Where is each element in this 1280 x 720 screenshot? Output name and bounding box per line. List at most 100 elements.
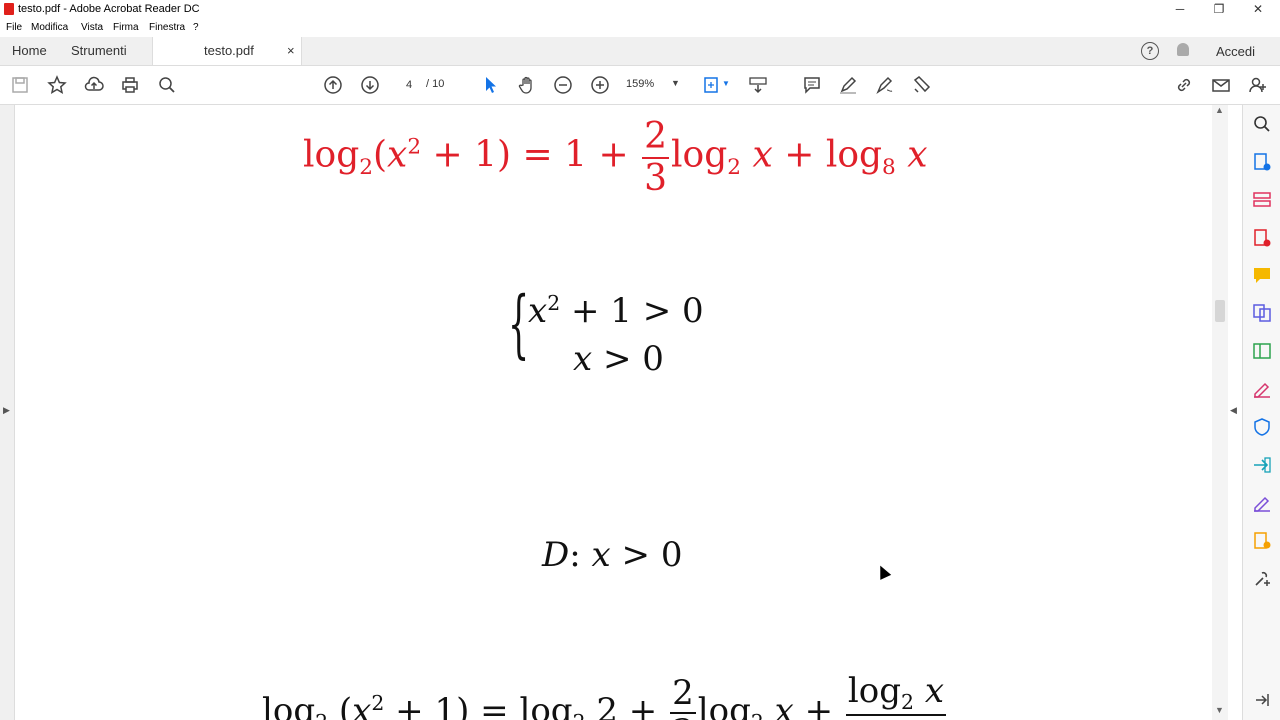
- tab-tools[interactable]: Strumenti: [71, 37, 127, 65]
- eq1-plus: +: [772, 134, 826, 176]
- collapse-right-icon[interactable]: ◀: [1230, 405, 1237, 416]
- right-pane-toggle[interactable]: ◀: [1228, 105, 1242, 720]
- eq2-frac-num: log2 x: [845, 671, 946, 716]
- eq2-base-c: 2: [751, 710, 764, 720]
- zoom-dropdown-icon[interactable]: ▼: [671, 78, 680, 88]
- fit-page-icon[interactable]: [699, 73, 723, 97]
- minimize-button[interactable]: ─: [1162, 0, 1198, 19]
- eq1-log3: log: [825, 134, 883, 176]
- system-row2-x: x: [573, 339, 593, 379]
- select-tool-icon[interactable]: [478, 73, 502, 97]
- menu-file[interactable]: File: [6, 22, 22, 33]
- eq1-base: 2: [359, 155, 373, 181]
- star-icon[interactable]: [45, 73, 69, 97]
- comment-tool-icon[interactable]: [1252, 265, 1272, 285]
- vertical-scrollbar[interactable]: ▲ ▼: [1212, 105, 1228, 720]
- fit-page-dropdown-icon[interactable]: ▼: [722, 79, 730, 88]
- organize-pages-icon[interactable]: [1252, 190, 1272, 210]
- eq1-base8: 8: [882, 155, 896, 181]
- keyboard-scroll-icon[interactable]: [746, 73, 770, 97]
- email-icon[interactable]: [1209, 73, 1233, 97]
- edit-pdf-icon[interactable]: [1252, 341, 1272, 361]
- search-zoom-icon[interactable]: [1252, 114, 1272, 134]
- system-row2-rest: > 0: [592, 339, 664, 379]
- eq1-x2: x: [741, 134, 773, 176]
- zoom-in-icon[interactable]: [588, 73, 612, 97]
- fill-sign-icon[interactable]: [910, 73, 934, 97]
- export-pdf-icon[interactable]: [1252, 228, 1272, 248]
- zoom-level[interactable]: 159%: [626, 78, 654, 90]
- print-icon[interactable]: [118, 73, 142, 97]
- eq2-log-b: log: [697, 690, 751, 720]
- scroll-down-icon[interactable]: ▼: [1215, 705, 1224, 715]
- tab-bar: Home Strumenti testo.pdf × ? Accedi: [0, 37, 1280, 66]
- cloud-upload-icon[interactable]: [82, 73, 106, 97]
- draw-icon[interactable]: [873, 73, 897, 97]
- system-row1-rest: + 1 > 0: [560, 291, 704, 332]
- hand-tool-icon[interactable]: [515, 73, 539, 97]
- save-icon[interactable]: [8, 73, 32, 97]
- bell-icon[interactable]: [1177, 43, 1189, 56]
- tab-home[interactable]: Home: [12, 37, 47, 65]
- menu-vista[interactable]: Vista: [81, 22, 103, 33]
- system-brace: {: [508, 281, 530, 367]
- rich-media-icon[interactable]: [1252, 531, 1272, 551]
- add-user-icon[interactable]: [1246, 73, 1270, 97]
- tab-close-icon[interactable]: ×: [287, 37, 295, 65]
- equation-main: log2(x2 + 1) = 1 + 2 3 log2 x + log8 x: [303, 117, 928, 198]
- eq2-numerator: 2: [670, 672, 696, 714]
- page-number-input[interactable]: 4: [395, 76, 423, 94]
- mouse-cursor: [874, 563, 892, 580]
- equation-next: log2 (x2 + 1) = log2 2 + 23log2 x + log2…: [262, 671, 948, 720]
- eq2-denominator: 3: [670, 713, 696, 720]
- document-view[interactable]: log2(x2 + 1) = 1 + 2 3 log2 x + log8 x { x…: [15, 105, 1212, 720]
- eq2-mid: + 1) = log: [384, 690, 573, 720]
- eq1-fraction: 23: [642, 117, 670, 199]
- system-row-2: x > 0: [573, 339, 664, 379]
- system-row-1: x2 + 1 > 0: [528, 291, 704, 331]
- fill-and-sign-icon[interactable]: [1252, 379, 1272, 399]
- scroll-up-icon[interactable]: ▲: [1215, 105, 1224, 115]
- zoom-out-icon[interactable]: [551, 73, 575, 97]
- share-link-icon[interactable]: [1172, 73, 1196, 97]
- eq1-mid: + 1) = 1 +: [421, 134, 641, 176]
- send-for-review-icon[interactable]: [1252, 455, 1272, 475]
- highlight-icon[interactable]: [836, 73, 860, 97]
- eq1-log: log: [303, 134, 360, 176]
- left-pane-toggle[interactable]: ▶: [0, 105, 15, 720]
- menu-finestra[interactable]: Finestra: [149, 22, 185, 33]
- menu-firma[interactable]: Firma: [113, 22, 139, 33]
- expand-left-icon[interactable]: ▶: [3, 405, 10, 416]
- eq1-x: x: [387, 134, 408, 176]
- eq1-paren: (: [372, 134, 388, 176]
- help-icon[interactable]: ?: [1141, 42, 1159, 60]
- eq1-denominator: 3: [644, 157, 668, 199]
- protect-icon[interactable]: [1252, 417, 1272, 437]
- create-pdf-icon[interactable]: [1252, 152, 1272, 172]
- tools-sidebar: [1242, 105, 1280, 720]
- eq1-x3: x: [895, 134, 928, 176]
- title-bar: testo.pdf - Adobe Acrobat Reader DC ─ ❐ …: [0, 0, 1280, 19]
- collapse-sidebar-icon[interactable]: [1252, 690, 1272, 710]
- signin-button[interactable]: Accedi: [1216, 44, 1255, 59]
- tab-document[interactable]: testo.pdf ×: [152, 37, 302, 65]
- menu-help[interactable]: ?: [193, 22, 199, 33]
- acrobat-icon: [4, 3, 14, 15]
- eq2-frac-x: x: [914, 671, 944, 711]
- menu-modifica[interactable]: Modifica: [31, 22, 68, 33]
- more-tools-icon[interactable]: [1252, 569, 1272, 589]
- request-signature-icon[interactable]: [1252, 493, 1272, 513]
- close-button[interactable]: ✕: [1240, 0, 1276, 19]
- previous-page-icon[interactable]: [321, 73, 345, 97]
- search-icon[interactable]: [155, 73, 179, 97]
- eq2-log: log: [262, 690, 316, 720]
- eq2-frac-log: log: [847, 671, 902, 711]
- tab-document-label: testo.pdf: [204, 43, 254, 58]
- next-page-icon[interactable]: [358, 73, 382, 97]
- comment-icon[interactable]: [800, 73, 824, 97]
- window-title: testo.pdf - Adobe Acrobat Reader DC: [18, 3, 200, 15]
- scrollbar-thumb[interactable]: [1215, 300, 1225, 322]
- combine-files-icon[interactable]: [1252, 303, 1272, 323]
- eq2-base-b: 2: [573, 710, 586, 720]
- restore-button[interactable]: ❐: [1201, 0, 1237, 19]
